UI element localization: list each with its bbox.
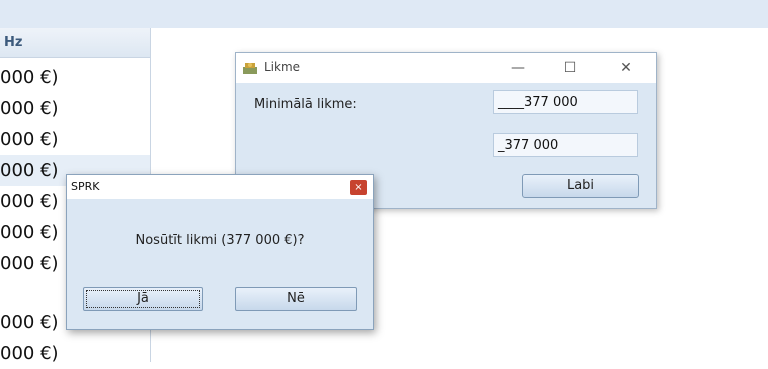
table-row[interactable]: 000 €) (0, 124, 150, 155)
min-bid-field[interactable]: ____377 000 (493, 90, 638, 114)
close-button[interactable]: ✕ (608, 57, 644, 79)
min-bid-label: Minimālā likme: (254, 97, 357, 112)
sprk-dialog: SPRK × Nosūtīt likmi (377 000 €)? Jā Nē (66, 174, 374, 330)
bid-input[interactable]: _377 000 (493, 133, 638, 157)
maximize-button[interactable]: ☐ (552, 57, 588, 79)
sprk-title: SPRK (71, 180, 100, 193)
close-icon[interactable]: × (350, 180, 367, 195)
likme-title: Likme (264, 60, 301, 74)
top-toolbar (0, 0, 768, 28)
minimize-button[interactable]: — (500, 57, 536, 79)
table-row[interactable]: 000 €) (0, 93, 150, 124)
sprk-titlebar[interactable]: SPRK × (67, 175, 373, 199)
table-row[interactable]: 000 €) (0, 338, 150, 369)
app-icon (243, 63, 257, 74)
no-button[interactable]: Nē (235, 287, 357, 311)
yes-button[interactable]: Jā (83, 287, 203, 311)
confirm-message: Nosūtīt likmi (377 000 €)? (135, 233, 305, 248)
ok-button[interactable]: Labi (522, 174, 639, 198)
table-row[interactable]: 000 €) (0, 62, 150, 93)
likme-titlebar[interactable]: Likme — ☐ ✕ (236, 53, 656, 83)
column-header[interactable]: Hz (0, 28, 150, 58)
